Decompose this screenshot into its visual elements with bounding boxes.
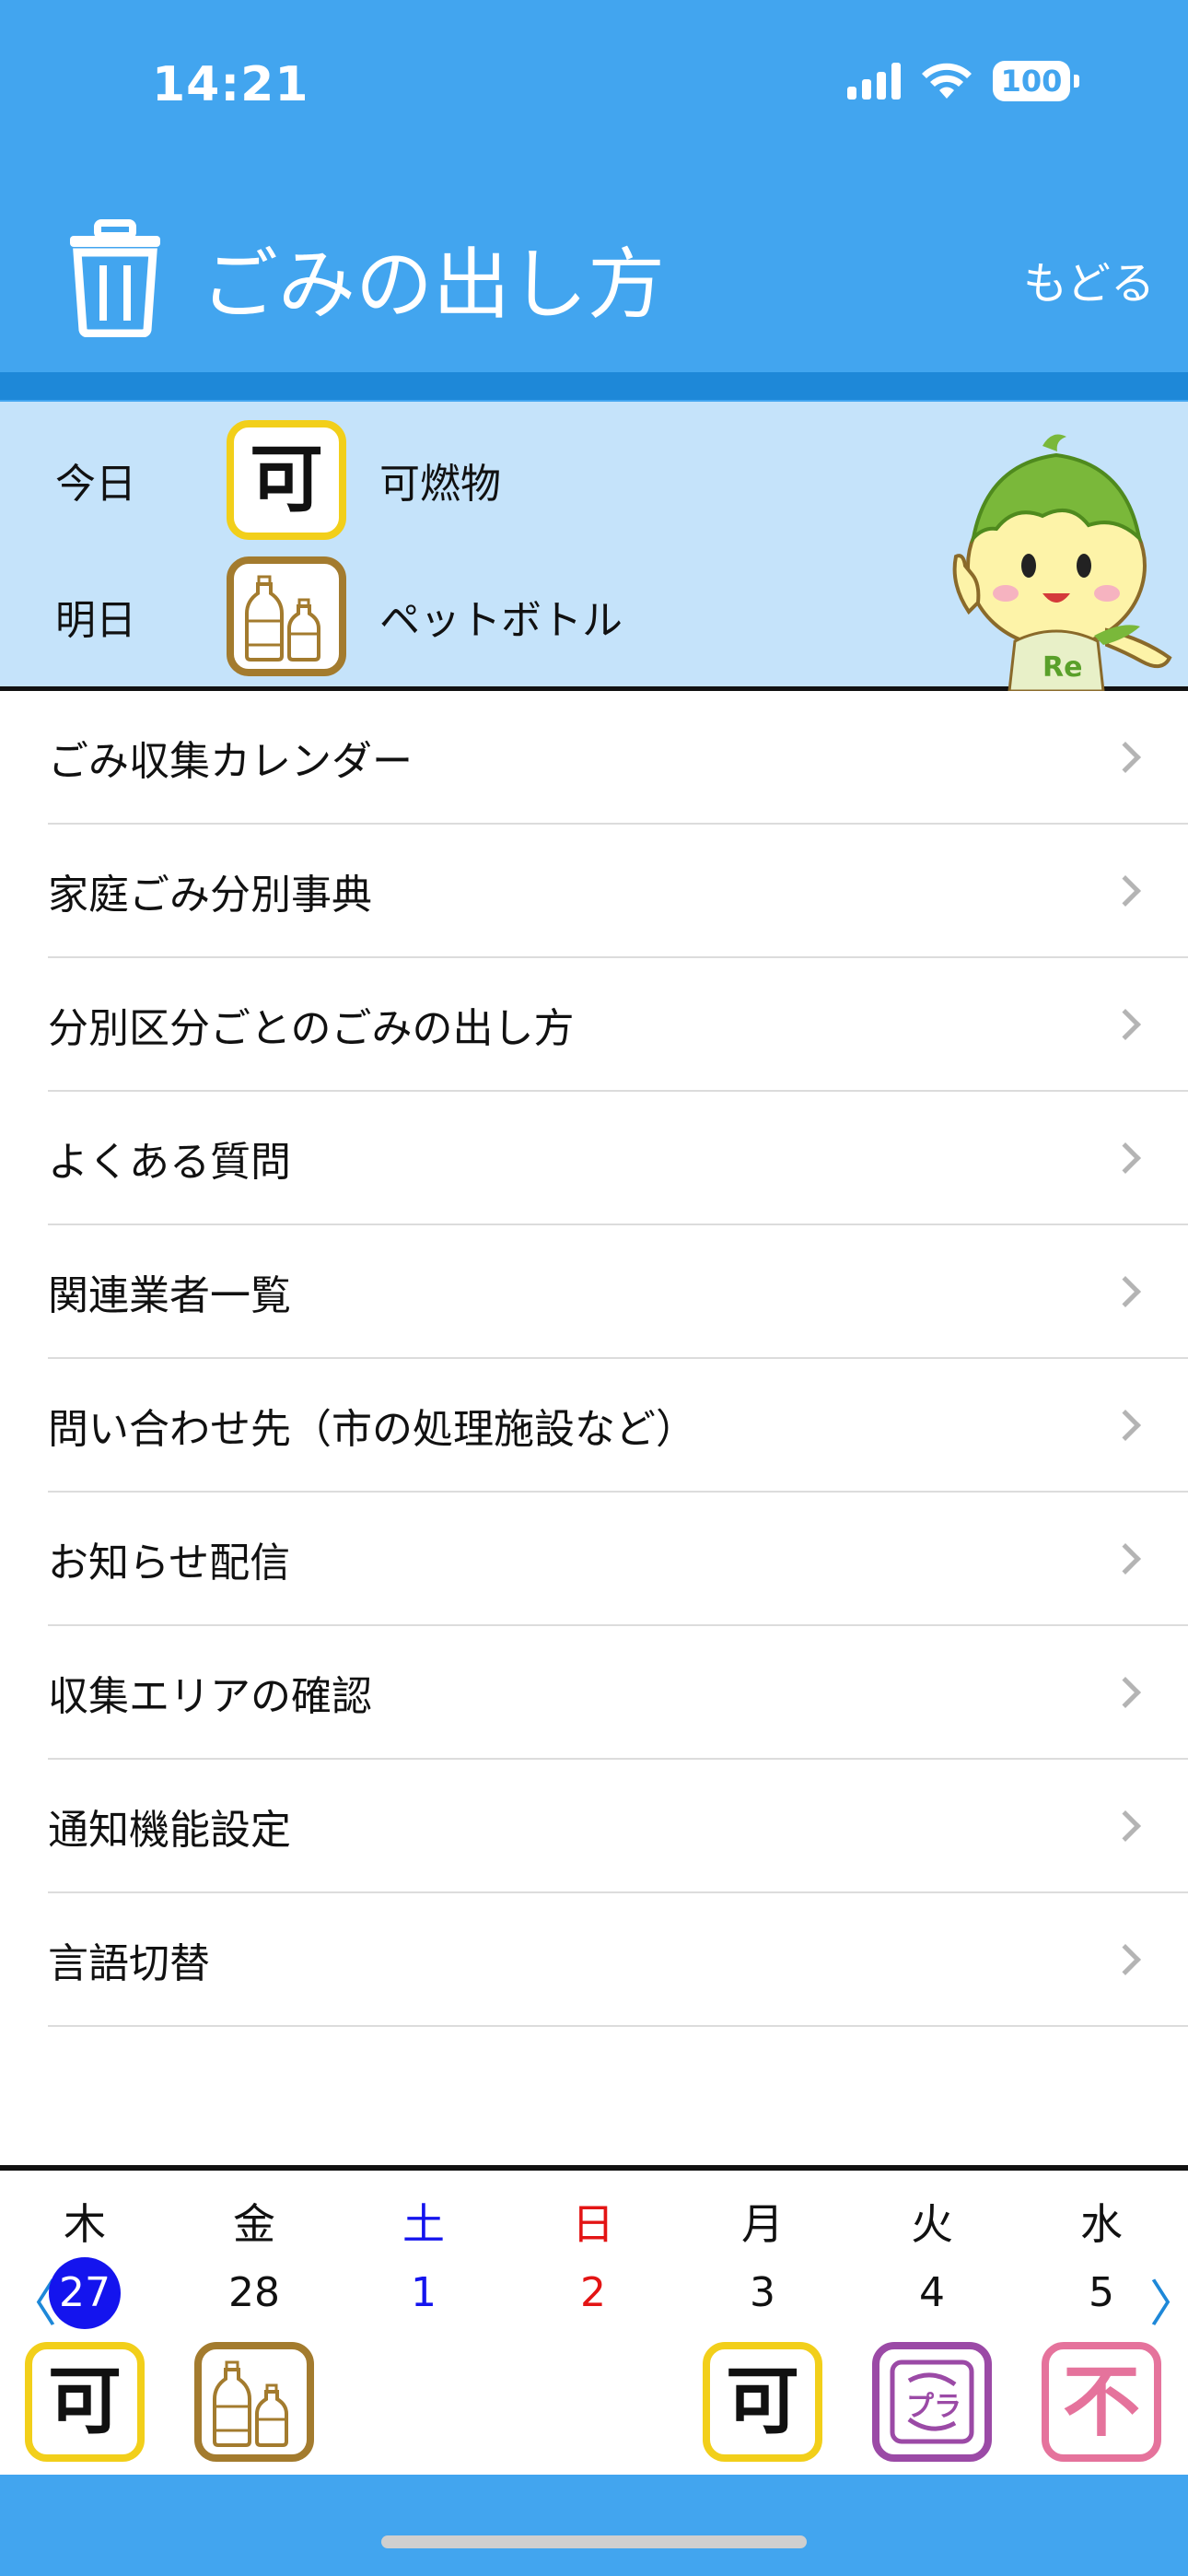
- chevron-right-icon: [1110, 1008, 1141, 1040]
- svg-text:プラ: プラ: [906, 2391, 961, 2423]
- today-type: 可燃物: [379, 461, 501, 508]
- calendar-date: 3: [750, 2269, 775, 2316]
- today-row[interactable]: 今日 可 可燃物: [55, 420, 501, 540]
- svg-text:Re: Re: [1042, 651, 1082, 684]
- menu-item-label: 言語切替: [48, 1939, 210, 1987]
- chevron-right-icon: [1110, 1542, 1141, 1575]
- header-stripe: [0, 372, 1188, 400]
- calendar-day[interactable]: 日2: [508, 2171, 678, 2480]
- calendar-day[interactable]: 水 5 不: [1017, 2171, 1186, 2480]
- chevron-right-icon: [1110, 1676, 1141, 1708]
- calendar-day[interactable]: 火 4 プラ: [847, 2171, 1017, 2480]
- menu-item-contacts[interactable]: 問い合わせ先（市の処理施設など）: [48, 1359, 1188, 1493]
- menu-item-sorting-dictionary[interactable]: 家庭ごみ分別事典: [48, 825, 1188, 958]
- wifi-icon: [922, 63, 972, 99]
- title-row: ごみの出し方: [66, 219, 665, 337]
- menu-item-label: 分別区分ごとのごみの出し方: [48, 1004, 575, 1052]
- cellular-signal-icon: [847, 63, 901, 100]
- tomorrow-type: ペットボトル: [379, 597, 623, 644]
- calendar-weekday: 日: [572, 2199, 614, 2249]
- collection-summary-panel: 今日 可 可燃物 明日 ペットボトル Re: [0, 402, 1188, 691]
- calendar-weekday: 火: [911, 2199, 953, 2249]
- calendar-date: 4: [919, 2269, 945, 2316]
- chevron-right-icon: [1110, 741, 1141, 773]
- menu-item-label: ごみ収集カレンダー: [48, 737, 413, 785]
- menu-item-label: よくある質問: [48, 1138, 291, 1186]
- menu-item-notification-settings[interactable]: 通知機能設定: [48, 1760, 1188, 1893]
- chevron-right-icon: [1110, 1409, 1141, 1441]
- menu-item-disposal-by-category[interactable]: 分別区分ごとのごみの出し方: [48, 958, 1188, 1092]
- battery-level: 100: [993, 61, 1070, 101]
- menu-item-collection-calendar[interactable]: ごみ収集カレンダー: [48, 691, 1188, 825]
- non-burnable-icon: 不: [1042, 2342, 1161, 2462]
- menu-item-label: 関連業者一覧: [48, 1271, 291, 1319]
- calendar-weekday: 月: [741, 2199, 784, 2249]
- trash-icon: [70, 219, 160, 337]
- menu-item-language[interactable]: 言語切替: [48, 1893, 1188, 2027]
- mascot-character-icon: Re: [952, 434, 1172, 691]
- calendar-date: 5: [1089, 2269, 1114, 2316]
- pet-bottle-icon: [227, 556, 346, 676]
- svg-text:可: 可: [48, 2359, 122, 2444]
- main-menu: ごみ収集カレンダー 家庭ごみ分別事典 分別区分ごとのごみの出し方 よくある質問 …: [0, 691, 1188, 2027]
- calendar-day[interactable]: 木 27 可: [0, 2171, 169, 2480]
- menu-item-related-businesses[interactable]: 関連業者一覧: [48, 1225, 1188, 1359]
- plastic-icon: プラ: [872, 2342, 992, 2462]
- calendar-date: 28: [228, 2269, 280, 2316]
- menu-item-label: 通知機能設定: [48, 1806, 291, 1854]
- chevron-right-icon: [1110, 1275, 1141, 1307]
- battery-icon: 100: [993, 61, 1079, 101]
- calendar-weekday: 水: [1080, 2199, 1123, 2249]
- calendar-day[interactable]: 金 28: [169, 2171, 339, 2480]
- page-title: ごみの出し方: [201, 239, 666, 330]
- calendar-day[interactable]: 土1: [339, 2171, 508, 2480]
- chevron-right-icon: [1110, 1809, 1141, 1842]
- status-icons: 100: [847, 61, 1079, 101]
- back-button[interactable]: もどる: [1023, 247, 1155, 311]
- calendar-weekday: 金: [233, 2199, 275, 2249]
- menu-item-label: 家庭ごみ分別事典: [48, 871, 372, 919]
- calendar-weekday: 土: [402, 2199, 445, 2249]
- tomorrow-row[interactable]: 明日 ペットボトル: [55, 556, 623, 676]
- svg-text:可: 可: [726, 2359, 799, 2444]
- burnable-icon: 可: [703, 2342, 822, 2462]
- today-label: 今日: [55, 461, 136, 508]
- calendar-date-today: 27: [49, 2257, 121, 2329]
- chevron-right-icon: [1110, 1943, 1141, 1975]
- bottom-bar: [0, 2475, 1188, 2576]
- menu-item-label: 収集エリアの確認: [48, 1672, 372, 1720]
- calendar-day[interactable]: 月 3 可: [678, 2171, 847, 2480]
- calendar-date: 1: [411, 2269, 437, 2316]
- burnable-icon: 可: [227, 420, 346, 540]
- burnable-icon: 可: [25, 2342, 145, 2462]
- pet-bottle-icon: [194, 2342, 314, 2462]
- calendar-weekday: 木: [64, 2199, 106, 2249]
- chevron-right-icon: [1110, 1142, 1141, 1174]
- menu-item-area-check[interactable]: 収集エリアの確認: [48, 1626, 1188, 1760]
- svg-text:可: 可: [250, 437, 323, 522]
- menu-item-faq[interactable]: よくある質問: [48, 1092, 1188, 1225]
- home-indicator[interactable]: [381, 2535, 807, 2548]
- tomorrow-label: 明日: [55, 597, 136, 644]
- status-time: 14:21: [152, 57, 309, 112]
- svg-text:不: 不: [1063, 2357, 1140, 2447]
- chevron-right-icon: [1110, 874, 1141, 907]
- weekly-calendar: 〈 〉 木27可金28土1日2月3可火4プラ水5不: [0, 2165, 1188, 2475]
- app-header: 14:21 100 ごみの出し方 もどる: [0, 0, 1188, 402]
- calendar-date: 2: [580, 2269, 606, 2316]
- menu-item-label: 問い合わせ先（市の処理施設など）: [48, 1405, 696, 1453]
- menu-item-label: お知らせ配信: [48, 1539, 291, 1587]
- menu-item-notices[interactable]: お知らせ配信: [48, 1493, 1188, 1626]
